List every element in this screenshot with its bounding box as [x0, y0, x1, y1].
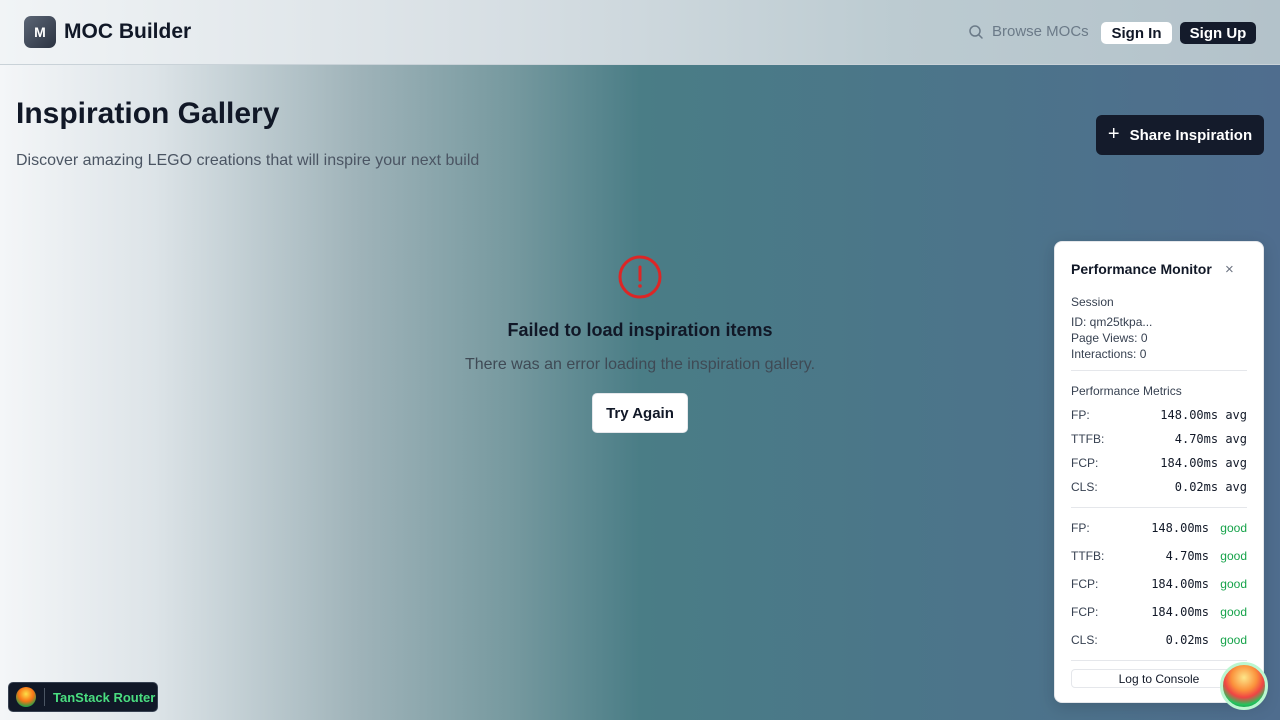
interactions: Interactions: 0	[1071, 347, 1147, 361]
separator	[44, 688, 45, 706]
search-icon	[969, 24, 983, 39]
tanstack-router-label: TanStack Router	[53, 689, 156, 705]
avg-metric-row: FP: 148.00ms avg	[1071, 408, 1247, 422]
vital-name: TTFB:	[1071, 549, 1105, 563]
avg-metric-row: TTFB: 4.70ms avg	[1071, 432, 1247, 446]
browse-label: Browse MOCs	[992, 23, 1089, 40]
vital-status: good	[1220, 577, 1247, 591]
top-header: M MOC Builder Browse MOCs Sign In Sign U…	[0, 0, 1280, 65]
metric-name: TTFB:	[1071, 432, 1105, 446]
logo-letter: M	[34, 24, 46, 40]
browse-mocs-link[interactable]: Browse MOCs	[968, 23, 1089, 40]
metric-value: 148.00ms avg	[1160, 408, 1247, 422]
divider	[1071, 507, 1247, 508]
vital-name: FCP:	[1071, 577, 1099, 591]
sign-in-button[interactable]: Sign In	[1101, 22, 1172, 44]
tanstack-logo-icon	[16, 687, 36, 707]
vital-value: 0.02ms	[1165, 633, 1209, 647]
session-id: ID: qm25tkpa...	[1071, 315, 1153, 329]
close-icon[interactable]: ×	[1225, 261, 1234, 278]
avg-metric-row: CLS: 0.02ms avg	[1071, 480, 1247, 494]
vital-status: good	[1220, 549, 1247, 563]
perf-monitor-title: Performance Monitor	[1071, 261, 1212, 277]
vital-name: CLS:	[1071, 633, 1098, 647]
page-subtitle: Discover amazing LEGO creations that wil…	[16, 152, 480, 169]
metric-value: 0.02ms avg	[1174, 480, 1247, 494]
metric-value: 4.70ms avg	[1174, 432, 1247, 446]
metric-value: 184.00ms avg	[1160, 456, 1247, 470]
session-label: Session	[1071, 295, 1114, 309]
performance-monitor-panel: Performance Monitor × Session ID: qm25tk…	[1054, 241, 1264, 703]
divider	[1071, 370, 1247, 371]
vital-value: 184.00ms	[1151, 577, 1209, 591]
page-title: Inspiration Gallery	[16, 97, 280, 130]
avg-metric-row: FCP: 184.00ms avg	[1071, 456, 1247, 470]
sign-up-button[interactable]: Sign Up	[1180, 22, 1256, 44]
vital-status: good	[1220, 633, 1247, 647]
query-devtools-toggle-icon[interactable]	[1220, 662, 1268, 710]
error-alert-icon	[618, 255, 662, 299]
vital-name: FP:	[1071, 521, 1090, 535]
plus-icon: +	[1107, 123, 1120, 145]
metric-name: FCP:	[1071, 456, 1099, 470]
vital-status: good	[1220, 605, 1247, 619]
metric-name: CLS:	[1071, 480, 1098, 494]
tanstack-router-devtools-button[interactable]: TanStack Router	[8, 682, 158, 712]
vital-value: 184.00ms	[1151, 605, 1209, 619]
share-inspiration-button[interactable]: + Share Inspiration	[1096, 115, 1264, 155]
metric-name: FP:	[1071, 408, 1090, 422]
vital-name: FCP:	[1071, 605, 1099, 619]
app-logo[interactable]: M	[24, 16, 56, 48]
try-again-button[interactable]: Try Again	[592, 393, 688, 433]
app-name[interactable]: MOC Builder	[64, 20, 191, 44]
vital-status: good	[1220, 521, 1247, 535]
divider	[1071, 660, 1247, 661]
page-views: Page Views: 0	[1071, 331, 1148, 345]
share-label: Share Inspiration	[1129, 126, 1253, 144]
vital-value: 4.70ms	[1165, 549, 1209, 563]
metrics-label: Performance Metrics	[1071, 384, 1182, 398]
vital-value: 148.00ms	[1151, 521, 1209, 535]
